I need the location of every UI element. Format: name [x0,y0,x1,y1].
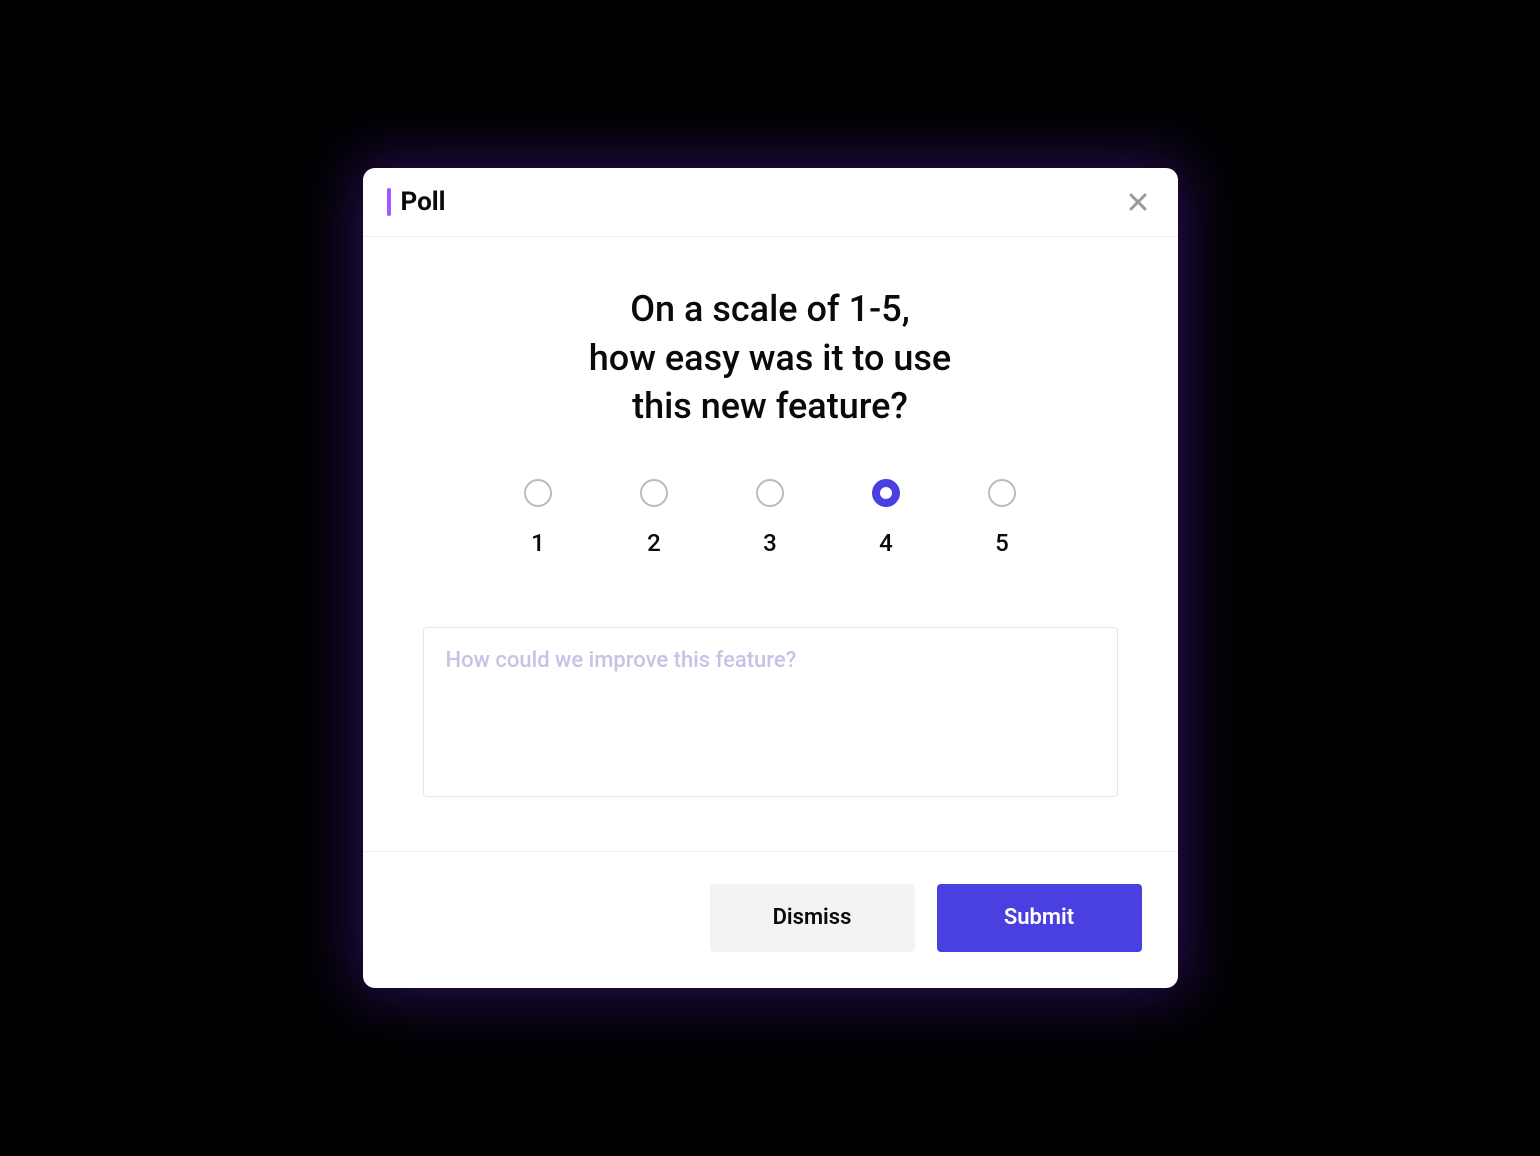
close-button[interactable] [1122,186,1154,218]
modal-footer: Dismiss Submit [363,851,1178,988]
rating-option-1[interactable]: 1 [524,479,552,557]
close-icon [1126,190,1150,214]
rating-option-4[interactable]: 4 [872,479,900,557]
rating-label: 1 [531,529,545,557]
feedback-input[interactable] [423,627,1118,797]
rating-scale: 1 2 3 4 5 [423,479,1118,557]
rating-label: 5 [995,529,1009,557]
radio-icon-selected [872,479,900,507]
rating-label: 3 [763,529,777,557]
rating-option-2[interactable]: 2 [640,479,668,557]
rating-option-3[interactable]: 3 [756,479,784,557]
submit-button[interactable]: Submit [937,884,1142,952]
modal-body: On a scale of 1-5, how easy was it to us… [363,237,1178,851]
modal-header: Poll [363,168,1178,237]
title-accent-bar [387,188,391,216]
dismiss-button[interactable]: Dismiss [710,884,915,952]
rating-option-5[interactable]: 5 [988,479,1016,557]
radio-icon [640,479,668,507]
radio-icon [756,479,784,507]
poll-modal: Poll On a scale of 1-5, how easy was it … [363,168,1178,988]
rating-label: 2 [647,529,661,557]
radio-icon [524,479,552,507]
poll-question: On a scale of 1-5, how easy was it to us… [423,285,1118,431]
modal-title: Poll [401,187,446,217]
radio-icon [988,479,1016,507]
modal-title-group: Poll [387,187,446,217]
rating-label: 4 [879,529,893,557]
